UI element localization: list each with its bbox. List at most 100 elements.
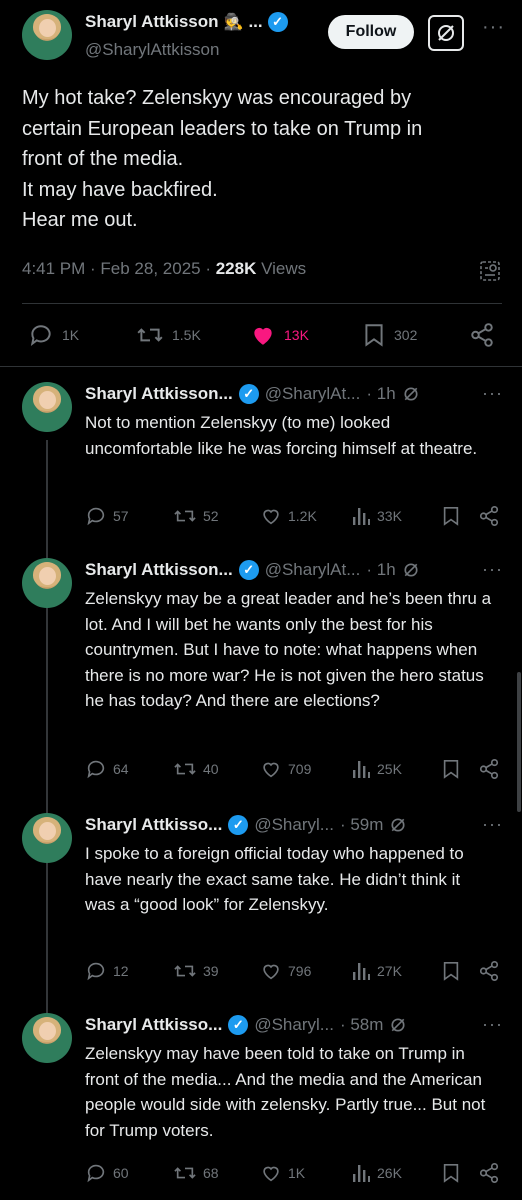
- grok-icon[interactable]: [402, 561, 420, 579]
- timestamp[interactable]: 4:41 PM · Feb 28, 2025 ·: [22, 259, 216, 278]
- bookmark-button[interactable]: [441, 960, 461, 982]
- repost-button[interactable]: 68: [173, 1162, 219, 1184]
- repost-icon: [174, 1167, 196, 1179]
- heart-icon: [254, 327, 272, 345]
- share-button[interactable]: [478, 960, 500, 982]
- verified-badge-icon[interactable]: ✓: [238, 560, 259, 580]
- follow-button[interactable]: Follow: [328, 15, 414, 49]
- reply-icon: [87, 760, 105, 779]
- reply-button[interactable]: 60: [85, 1162, 129, 1184]
- reply-tweet[interactable]: Sharyl Attkisso... ✓ @Sharyl... · 58m ··…: [22, 1013, 502, 1193]
- reply-button[interactable]: 64: [85, 758, 129, 780]
- verified-badge-icon[interactable]: ✓: [228, 1015, 249, 1035]
- main-tweet-text: My hot take? Zelenskyy was encouraged by…: [22, 83, 492, 236]
- verified-badge-icon[interactable]: ✓: [238, 384, 259, 404]
- grok-icon[interactable]: [428, 15, 464, 51]
- divider: [22, 303, 502, 304]
- reply-tweet[interactable]: Sharyl Attkisso... ✓ @Sharyl... · 59m ··…: [22, 813, 502, 993]
- share-button[interactable]: [478, 505, 500, 527]
- reply-time[interactable]: · 58m: [340, 1015, 383, 1035]
- bookmark-button[interactable]: 302: [362, 322, 417, 348]
- grok-icon[interactable]: [389, 816, 407, 834]
- reply-icon: [30, 325, 51, 346]
- reply-count: 57: [113, 508, 129, 524]
- reply-avatar[interactable]: [22, 558, 72, 608]
- tweet-meta: 4:41 PM · Feb 28, 2025 · 228K Views: [22, 259, 306, 279]
- bookmark-icon: [365, 324, 383, 347]
- views-button[interactable]: 27K: [351, 960, 402, 982]
- repost-button[interactable]: 52: [173, 505, 219, 527]
- author-name-row[interactable]: Sharyl Attkisson 🕵 ... ✓: [85, 12, 288, 32]
- more-icon[interactable]: ···: [482, 383, 503, 404]
- reply-time[interactable]: · 1h: [366, 560, 395, 580]
- bookmark-button[interactable]: [441, 758, 461, 780]
- reply-author-name[interactable]: Sharyl Attkisso...: [85, 1015, 222, 1035]
- reply-author-name[interactable]: Sharyl Attkisson...: [85, 384, 233, 404]
- like-count: 1.2K: [288, 508, 317, 524]
- reply-tweet[interactable]: Sharyl Attkisson... ✓ @SharylAt... · 1h …: [22, 558, 502, 788]
- author-avatar[interactable]: [22, 10, 72, 60]
- tweet-line: It may have backfired.: [22, 178, 218, 201]
- reply-handle[interactable]: @Sharyl...: [254, 815, 334, 835]
- reply-button[interactable]: 1K: [28, 322, 79, 348]
- more-icon[interactable]: ···: [482, 814, 503, 835]
- name-ellipsis: ...: [248, 12, 263, 31]
- tweet-line: front of the media.: [22, 148, 184, 170]
- verified-badge-icon[interactable]: ✓: [267, 12, 288, 32]
- analytics-icon[interactable]: [478, 259, 502, 283]
- tweet-line: certain European leaders to take on Trum…: [22, 117, 423, 140]
- more-icon[interactable]: ···: [482, 559, 503, 580]
- views-button[interactable]: 25K: [351, 758, 402, 780]
- share-button[interactable]: [469, 322, 495, 348]
- share-icon: [479, 506, 499, 526]
- reply-time[interactable]: · 59m: [340, 815, 383, 835]
- repost-count: 39: [203, 963, 219, 979]
- main-action-bar: 1K 1.5K 13K 302: [22, 318, 502, 352]
- reply-handle[interactable]: @Sharyl...: [254, 1015, 334, 1035]
- scrollbar[interactable]: [517, 672, 521, 812]
- more-icon[interactable]: ···: [482, 16, 505, 39]
- like-button[interactable]: 796: [260, 960, 311, 982]
- repost-count: 1.5K: [172, 327, 201, 343]
- grok-icon[interactable]: [389, 1016, 407, 1034]
- reply-time[interactable]: · 1h: [366, 384, 395, 404]
- reply-button[interactable]: 57: [85, 505, 129, 527]
- reply-avatar[interactable]: [22, 382, 72, 432]
- repost-button[interactable]: 40: [173, 758, 219, 780]
- bookmark-icon: [443, 962, 459, 981]
- like-button[interactable]: 1K: [260, 1162, 305, 1184]
- bookmark-button[interactable]: [441, 505, 461, 527]
- more-icon[interactable]: ···: [482, 1014, 503, 1035]
- repost-button[interactable]: 1.5K: [136, 322, 201, 348]
- share-button[interactable]: [478, 758, 500, 780]
- views-button[interactable]: 26K: [351, 1162, 402, 1184]
- repost-count: 68: [203, 1165, 219, 1181]
- reply-handle[interactable]: @SharylAt...: [265, 560, 361, 580]
- reply-count: 60: [113, 1165, 129, 1181]
- reply-avatar[interactable]: [22, 1013, 72, 1063]
- author-name[interactable]: Sharyl Attkisson: [85, 12, 219, 32]
- share-button[interactable]: [478, 1162, 500, 1184]
- repost-icon: [174, 965, 196, 977]
- reply-action-bar: 64 40 709 25K: [85, 758, 502, 782]
- verified-badge-icon[interactable]: ✓: [228, 815, 249, 835]
- reply-count: 1K: [62, 327, 80, 343]
- repost-icon: [174, 510, 196, 522]
- share-icon: [479, 961, 499, 981]
- reply-header: Sharyl Attkisson... ✓ @SharylAt... · 1h: [85, 384, 420, 404]
- reply-author-name[interactable]: Sharyl Attkisson...: [85, 560, 233, 580]
- grok-icon[interactable]: [402, 385, 420, 403]
- reply-tweet[interactable]: Sharyl Attkisson... ✓ @SharylAt... · 1h …: [22, 382, 502, 542]
- author-handle[interactable]: @SharylAttkisson: [85, 40, 219, 60]
- like-button[interactable]: 709: [260, 758, 311, 780]
- reply-action-bar: 60 68 1K 26K: [85, 1162, 502, 1186]
- like-button[interactable]: 13K: [250, 322, 309, 348]
- reply-author-name[interactable]: Sharyl Attkisso...: [85, 815, 222, 835]
- bookmark-button[interactable]: [441, 1162, 461, 1184]
- like-button[interactable]: 1.2K: [260, 505, 317, 527]
- views-button[interactable]: 33K: [351, 505, 402, 527]
- reply-avatar[interactable]: [22, 813, 72, 863]
- reply-handle[interactable]: @SharylAt...: [265, 384, 361, 404]
- reply-button[interactable]: 12: [85, 960, 129, 982]
- repost-button[interactable]: 39: [173, 960, 219, 982]
